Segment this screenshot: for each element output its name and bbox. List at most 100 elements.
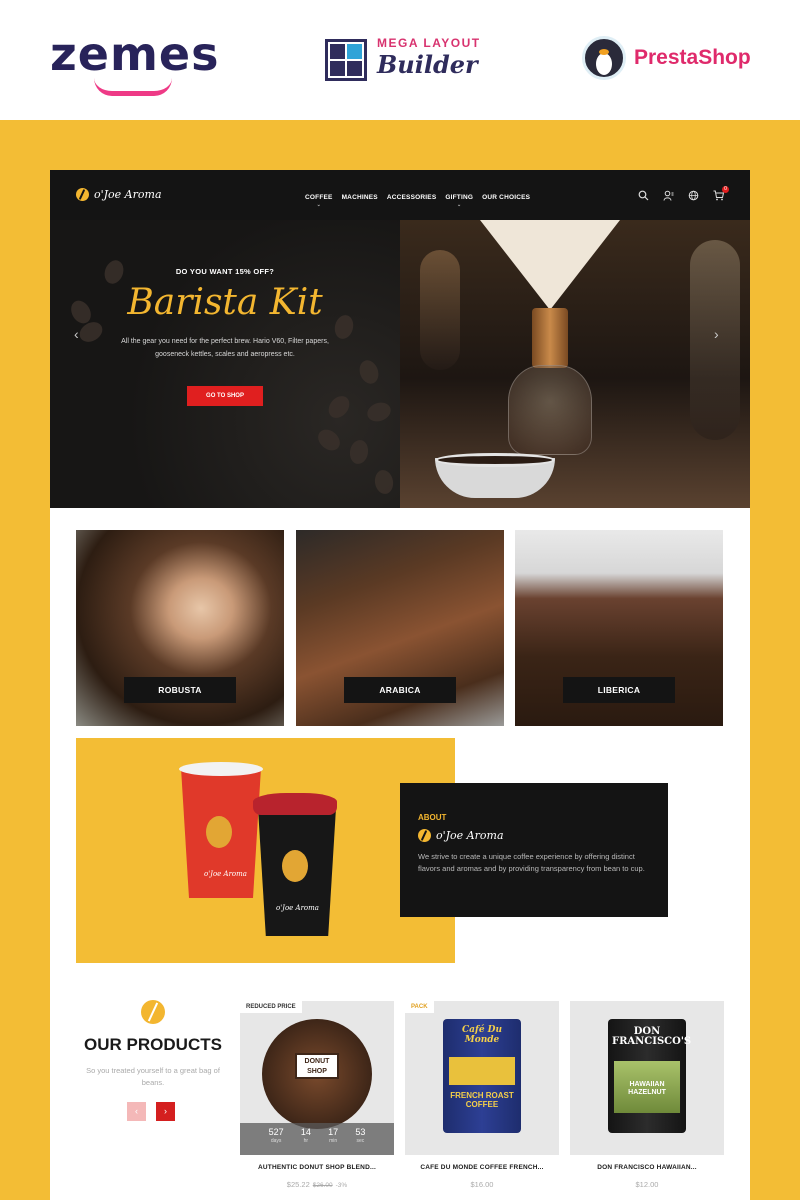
nav-item-gifting[interactable]: GIFTING ⌄ [445, 194, 474, 208]
countdown-label: days [270, 1138, 282, 1144]
coffee-bean-icon [282, 850, 308, 882]
countdown-value: 14 [300, 1127, 311, 1137]
nav-label: COFFEE [305, 194, 333, 201]
coffee-bean-decoration [324, 392, 354, 422]
mega-layout-builder-logo: MEGA LAYOUT Builder [325, 36, 485, 86]
product-discount: -3% [335, 1182, 348, 1189]
chemex-filter [480, 220, 620, 310]
red-cup-rim [179, 762, 263, 776]
cart-count-badge: 0 [722, 186, 729, 193]
coffee-bean-icon [418, 829, 431, 842]
nav-item-coffee[interactable]: COFFEE ⌄ [305, 194, 333, 208]
category-tile-robusta[interactable]: ROBUSTA [76, 530, 284, 726]
store-logo-text: o'Joe Aroma [94, 188, 162, 201]
product-price: $12.00 [635, 1180, 659, 1189]
products-title: OUR PRODUCTS [84, 1035, 222, 1054]
chevron-down-icon: ⌄ [316, 202, 321, 208]
cup-lid [253, 793, 337, 815]
product-card-donut-shop[interactable]: DONUT SHOP REDUCED PRICE 527 days 14 hr 17… [240, 1001, 394, 1155]
coffee-cup-rim [435, 453, 555, 467]
hero-title: Barista Kit [127, 282, 323, 323]
about-brand-text: o'Joe Aroma [436, 829, 504, 842]
cup-brand-text: o'Joe Aroma [204, 870, 247, 878]
nav-item-machines[interactable]: MACHINES [342, 194, 378, 201]
nav-label: GIFTING [445, 194, 474, 201]
countdown-value: 527 [268, 1127, 284, 1137]
search-icon[interactable] [638, 190, 649, 201]
coffee-bean-decoration [348, 438, 370, 466]
category-tile-liberica[interactable]: LIBERICA [515, 530, 723, 726]
products-next-button[interactable]: › [156, 1102, 175, 1121]
products-subtitle: So you treated yourself to a great bag o… [86, 1066, 220, 1087]
countdown-value: 17 [328, 1127, 339, 1137]
hero-description: All the gear you need for the perfect br… [121, 338, 329, 358]
countdown-days: 527 days [269, 1123, 284, 1155]
countdown-label: min [329, 1138, 338, 1144]
category-label: LIBERICA [563, 677, 675, 703]
product-card-cafe-du-monde[interactable]: Café Du Monde FRENCH ROAST COFFEE PACK [405, 1001, 559, 1155]
product-name[interactable]: AUTHENTIC DONUT SHOP BLEND... [240, 1164, 394, 1171]
reduced-price-badge: REDUCED PRICE [240, 1001, 302, 1013]
slider-prev-arrow[interactable]: ‹ [74, 326, 79, 342]
can-label-top: Café Du Monde [461, 1025, 503, 1045]
store-logo[interactable]: o'Joe Aroma [76, 188, 162, 201]
hero-image-chemex: › [400, 220, 750, 508]
product-old-price: $26.00 [312, 1182, 333, 1189]
zemes-logo-text: zemes [50, 27, 220, 81]
slider-next-arrow[interactable]: › [714, 326, 719, 342]
user-icon[interactable] [663, 190, 674, 201]
product-card-don-francisco[interactable]: DON FRANCISCO'S HAWAIIAN HAZELNUT [570, 1001, 724, 1155]
cart-icon[interactable]: 0 [713, 186, 729, 201]
products-intro: OUR PRODUCTS So you treated yourself to … [76, 1000, 230, 1089]
globe-icon[interactable] [688, 190, 699, 201]
nav-item-accessories[interactable]: ACCESSORIES [387, 194, 437, 201]
nav-label: ACCESSORIES [386, 194, 437, 201]
coffee-bean-decoration [356, 357, 382, 387]
can-label-bottom: FRENCH ROAST COFFEE [450, 1091, 514, 1109]
category-tile-arabica[interactable]: ARABICA [296, 530, 504, 726]
prestashop-logo: PrestaShop [582, 36, 762, 82]
product-name[interactable]: CAFE DU MONDE COFFEE FRENCH... [405, 1164, 559, 1171]
coffee-bean-decoration [364, 399, 394, 425]
zemes-logo: zemes [50, 26, 220, 96]
category-label: ROBUSTA [124, 677, 236, 703]
nav-label: OUR CHOICES [482, 194, 531, 201]
hero-eyebrow: DO YOU WANT 15% OFF? [175, 267, 275, 276]
mega-logo-line1: MEGA LAYOUT [377, 36, 481, 50]
hero-slider: DO YOU WANT 15% OFF? Barista Kit All the… [50, 220, 750, 508]
can-label-top: DON FRANCISCO'S [612, 1026, 692, 1047]
nav-label: MACHINES [341, 194, 378, 201]
store-preview: o'Joe Aroma COFFEE ⌄ MACHINES ACCESSORIES… [50, 170, 750, 1200]
product-price-row: $12.00 [570, 1180, 724, 1189]
hero-text-panel: DO YOU WANT 15% OFF? Barista Kit All the… [50, 220, 400, 508]
about-card: ABOUT o'Joe Aroma We strive to create a … [400, 783, 668, 917]
countdown-label: hr [303, 1138, 309, 1144]
about-image: o'Joe Aroma o'Joe Aroma [76, 738, 455, 963]
nav-item-our-choices[interactable]: OUR CHOICES [482, 194, 530, 201]
coffee-bean-icon [141, 1000, 165, 1024]
can-label-illustration [449, 1057, 515, 1085]
product-price: $25.22 [286, 1180, 310, 1189]
countdown-hours: 14 hr [301, 1123, 311, 1155]
product-price: $16.00 [470, 1180, 494, 1189]
about-brand: o'Joe Aroma [418, 829, 504, 842]
penguin-icon [582, 36, 626, 80]
go-to-shop-button[interactable]: GO TO SHOP [187, 386, 263, 406]
grid-icon [325, 39, 367, 81]
siphon-decoration [420, 250, 460, 370]
about-eyebrow: ABOUT [418, 813, 447, 822]
products-prev-button[interactable]: ‹ [127, 1102, 146, 1121]
chemex-wood-collar [532, 308, 568, 368]
pack-badge: PACK [405, 1001, 434, 1013]
zemes-logo-smile [94, 78, 172, 96]
coffee-bean-decoration [373, 468, 395, 496]
countdown-label: sec [356, 1138, 365, 1144]
prestashop-logo-text: PrestaShop [634, 46, 751, 69]
countdown-value: 53 [355, 1127, 366, 1137]
coffee-bean-icon [76, 188, 89, 201]
product-name[interactable]: DON FRANCISCO HAWAIIAN... [570, 1164, 724, 1171]
mega-logo-line2: Builder [377, 50, 478, 79]
can-label-bottom: HAWAIIAN HAZELNUT [628, 1081, 666, 1096]
header-actions: 0 [638, 186, 729, 201]
coffee-bean-icon [206, 816, 232, 848]
